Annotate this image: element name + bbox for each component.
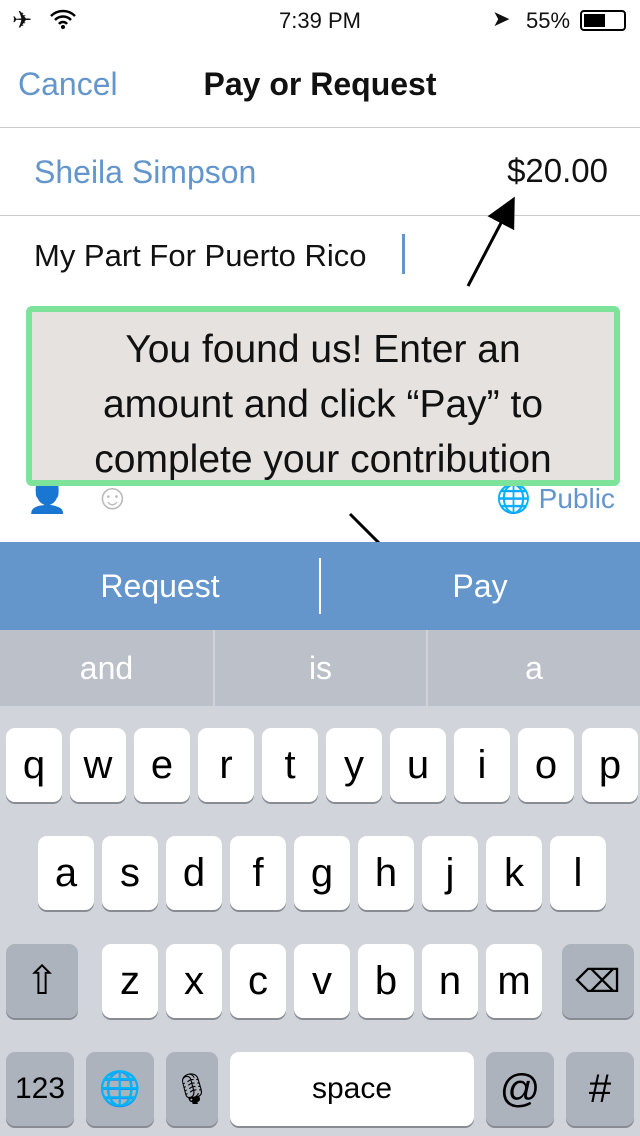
key-p[interactable]: p [582, 728, 638, 802]
key-m[interactable]: m [486, 944, 542, 1018]
backspace-icon: ⌫ [575, 963, 621, 999]
key-r[interactable]: r [198, 728, 254, 802]
at-key[interactable]: @ [486, 1052, 554, 1126]
key-c[interactable]: c [230, 944, 286, 1018]
delete-key[interactable]: ⌫ [562, 944, 634, 1018]
key-b[interactable]: b [358, 944, 414, 1018]
shift-icon: ⇧ [25, 959, 59, 1003]
suggestion-item[interactable]: a [426, 630, 640, 706]
key-v[interactable]: v [294, 944, 350, 1018]
request-button[interactable]: Request [0, 542, 320, 630]
dictation-key[interactable]: 🎙 [166, 1052, 218, 1126]
key-t[interactable]: t [262, 728, 318, 802]
key-z[interactable]: z [102, 944, 158, 1018]
key-e[interactable]: e [134, 728, 190, 802]
suggestion-item[interactable]: is [213, 630, 426, 706]
globe-key[interactable]: 🌐 [86, 1052, 154, 1126]
numbers-key[interactable]: 123 [6, 1052, 74, 1126]
microphone-icon: 🎙 [172, 1072, 212, 1106]
key-o[interactable]: o [518, 728, 574, 802]
key-j[interactable]: j [422, 836, 478, 910]
key-y[interactable]: y [326, 728, 382, 802]
space-key[interactable]: space [230, 1052, 474, 1126]
key-a[interactable]: a [38, 836, 94, 910]
key-h[interactable]: h [358, 836, 414, 910]
shift-key[interactable]: ⇧ [6, 944, 78, 1018]
key-x[interactable]: x [166, 944, 222, 1018]
action-bar: Request Pay [0, 542, 640, 630]
key-n[interactable]: n [422, 944, 478, 1018]
key-k[interactable]: k [486, 836, 542, 910]
key-l[interactable]: l [550, 836, 606, 910]
suggestion-item[interactable]: and [0, 630, 213, 706]
key-w[interactable]: w [70, 728, 126, 802]
key-s[interactable]: s [102, 836, 158, 910]
key-i[interactable]: i [454, 728, 510, 802]
hash-key[interactable]: # [566, 1052, 634, 1126]
globe-icon: 🌐 [98, 1070, 142, 1108]
pay-button[interactable]: Pay [320, 542, 640, 630]
arrow-to-amount [466, 196, 515, 287]
key-q[interactable]: q [6, 728, 62, 802]
key-g[interactable]: g [294, 836, 350, 910]
key-f[interactable]: f [230, 836, 286, 910]
key-d[interactable]: d [166, 836, 222, 910]
key-u[interactable]: u [390, 728, 446, 802]
